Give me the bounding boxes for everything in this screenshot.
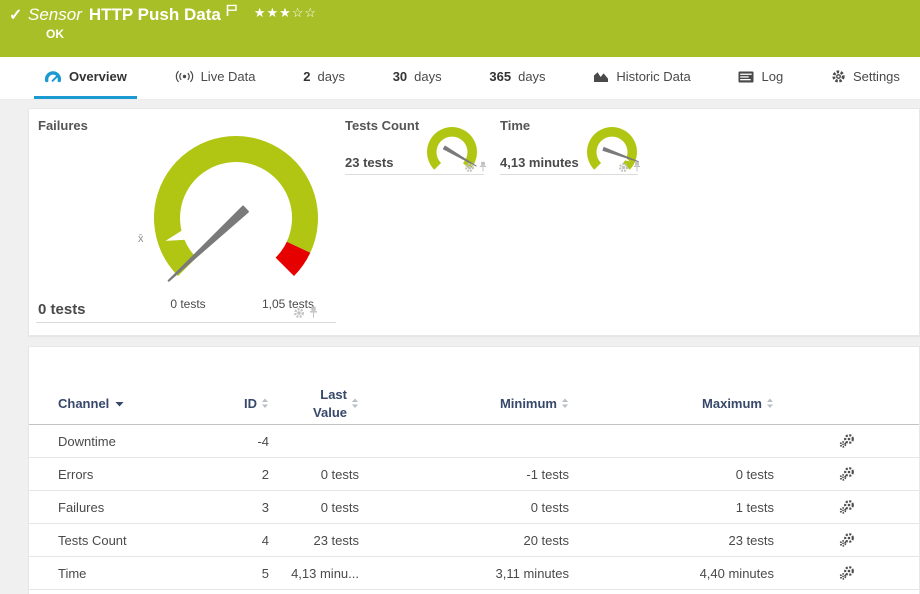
tab-2-days[interactable]: 2 days (293, 57, 355, 99)
channel-last-value: 0 tests (321, 467, 359, 482)
channel-settings-icon[interactable] (839, 499, 855, 515)
failures-scale-min: 0 tests (170, 297, 205, 311)
tab-label: Live Data (201, 69, 256, 84)
tab-number: 365 (489, 69, 511, 84)
tab-label: Overview (69, 69, 127, 84)
column-header-id[interactable]: ID (244, 396, 269, 411)
check-icon: ✓ (9, 5, 22, 25)
failures-gauge (136, 118, 336, 318)
historic-data-icon (593, 70, 609, 83)
chevron-down-icon (115, 401, 124, 407)
channel-minimum: 0 tests (531, 500, 569, 515)
time-gauge (582, 122, 642, 182)
sensor-title: HTTP Push Data (89, 5, 221, 25)
channel-maximum: 0 tests (736, 467, 774, 482)
gear-icon (831, 69, 846, 84)
tab-label: days (518, 69, 545, 84)
sensor-header: ✓ Sensor HTTP Push Data ★★★☆☆ OK (0, 0, 920, 57)
tab-historic-data[interactable]: Historic Data (583, 57, 700, 99)
channel-name[interactable]: Errors (58, 467, 229, 482)
pin-icon[interactable] (633, 161, 641, 173)
column-header-last-value[interactable]: Last Value (289, 386, 359, 421)
column-header-maximum[interactable]: Maximum (702, 396, 774, 411)
panel-divider (500, 174, 638, 175)
channel-settings-icon[interactable] (839, 565, 855, 581)
channel-name[interactable]: Time (58, 566, 229, 581)
table-row[interactable]: Errors 2 0 tests -1 tests 0 tests (29, 458, 919, 491)
pin-icon[interactable] (479, 161, 487, 173)
channel-id: 4 (262, 533, 269, 548)
gauge-icon (44, 69, 62, 84)
channel-maximum: 1 tests (736, 500, 774, 515)
panel-divider (345, 174, 484, 175)
column-header-minimum[interactable]: Minimum (500, 396, 569, 411)
page-content: Failures x̄ 0 tests 0 tests 1,05 tests (0, 100, 920, 594)
tab-overview[interactable]: Overview (34, 57, 137, 99)
table-row[interactable]: Failures 3 0 tests 0 tests 1 tests (29, 491, 919, 524)
channel-name[interactable]: Downtime (58, 434, 229, 449)
flag-icon[interactable] (226, 4, 238, 17)
table-row[interactable]: Time 5 4,13 minu... 3,11 minutes 4,40 mi… (29, 557, 919, 590)
gauge-settings-gear-icon[interactable] (618, 162, 629, 173)
channel-last-value: 4,13 minu... (291, 566, 359, 581)
tab-label: Historic Data (616, 69, 690, 84)
tab-30-days[interactable]: 30 days (383, 57, 452, 99)
channel-settings-icon[interactable] (839, 532, 855, 548)
channel-name[interactable]: Tests Count (58, 533, 229, 548)
failures-current-value: 0 tests (38, 301, 86, 318)
pin-icon[interactable] (309, 306, 318, 319)
tab-settings[interactable]: Settings (821, 57, 910, 99)
channel-id: -4 (257, 434, 269, 449)
channel-name[interactable]: Failures (58, 500, 229, 515)
average-marker-label: x̄ (138, 233, 144, 245)
priority-stars[interactable]: ★★★☆☆ (254, 5, 317, 21)
gauge-settings-gear-icon[interactable] (293, 307, 305, 319)
failures-gauge-title: Failures (38, 118, 88, 133)
panel-divider (36, 322, 336, 323)
sort-icon (766, 398, 774, 409)
channel-last-value: 0 tests (321, 500, 359, 515)
gauge-settings-gear-icon[interactable] (464, 162, 475, 173)
time-current-value: 4,13 minutes (500, 155, 579, 170)
tab-365-days[interactable]: 365 days (479, 57, 555, 99)
channel-minimum: 20 tests (523, 533, 569, 548)
channel-last-value: 23 tests (313, 533, 359, 548)
channel-id: 2 (262, 467, 269, 482)
tab-label: days (317, 69, 344, 84)
channel-minimum: 3,11 minutes (496, 566, 569, 581)
sort-icon (261, 398, 269, 409)
tests-count-current-value: 23 tests (345, 155, 393, 170)
time-gauge-title: Time (500, 118, 530, 133)
tests-count-gauge (422, 122, 482, 182)
table-row[interactable]: Tests Count 4 23 tests 20 tests 23 tests (29, 524, 919, 557)
gauges-panel: Failures x̄ 0 tests 0 tests 1,05 tests (28, 108, 920, 336)
tab-number: 2 (303, 69, 310, 84)
status-badge: OK (46, 27, 64, 41)
column-header-channel[interactable]: Channel (58, 396, 229, 411)
table-header-row: Channel ID Last Value Minimum (29, 383, 919, 425)
tab-log[interactable]: Log (728, 57, 793, 99)
sort-icon (561, 398, 569, 409)
tab-number: 30 (393, 69, 407, 84)
live-data-icon (175, 70, 194, 83)
channel-settings-icon[interactable] (839, 433, 855, 449)
log-icon (738, 71, 754, 83)
channel-settings-icon[interactable] (839, 466, 855, 482)
channel-id: 3 (262, 500, 269, 515)
channels-table-panel: Channel ID Last Value Minimum (28, 346, 920, 594)
channel-id: 5 (262, 566, 269, 581)
tests-count-gauge-title: Tests Count (345, 118, 419, 133)
channel-maximum: 4,40 minutes (700, 566, 774, 581)
table-row[interactable]: Downtime -4 (29, 425, 919, 458)
tab-label: Log (761, 69, 783, 84)
channel-minimum: -1 tests (526, 467, 569, 482)
tab-label: Settings (853, 69, 900, 84)
tab-live-data[interactable]: Live Data (165, 57, 266, 99)
sort-icon (351, 398, 359, 409)
tab-label: days (414, 69, 441, 84)
tab-bar: Overview Live Data 2 days 30 days 365 da… (0, 57, 920, 100)
sensor-category-label: Sensor (28, 5, 82, 25)
channel-maximum: 23 tests (728, 533, 774, 548)
